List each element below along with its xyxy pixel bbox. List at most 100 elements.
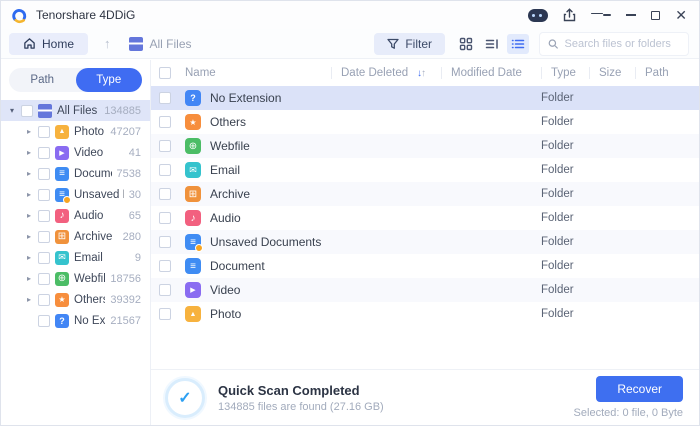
expander-icon[interactable] <box>25 295 33 304</box>
row-checkbox[interactable] <box>159 164 171 176</box>
recover-button[interactable]: Recover <box>596 376 683 402</box>
filter-button[interactable]: Filter <box>374 32 445 55</box>
expander-icon[interactable] <box>25 211 33 220</box>
file-type-icon <box>55 145 69 160</box>
expander-icon[interactable] <box>25 190 33 199</box>
row-checkbox[interactable] <box>159 212 171 224</box>
tree-item-count: 30 <box>128 188 141 201</box>
minimize-button[interactable] <box>626 14 637 16</box>
assistant-icon[interactable] <box>528 8 549 22</box>
table-row[interactable]: Archive Folder <box>151 182 699 206</box>
expander-icon[interactable] <box>8 106 16 115</box>
sidebar-tree-item[interactable]: Audio 65 <box>1 205 150 226</box>
expander-icon[interactable] <box>25 148 33 157</box>
tree-item-count: 65 <box>128 209 141 222</box>
sidebar-tree-item[interactable]: Video 41 <box>1 142 150 163</box>
app-logo-icon <box>12 8 27 23</box>
tree-item-label: Archive <box>74 230 113 243</box>
checkbox[interactable] <box>38 188 50 201</box>
column-header-path[interactable]: Path <box>635 67 699 79</box>
column-header-type[interactable]: Type <box>541 67 589 79</box>
sidebar-tree-item[interactable]: Email 9 <box>1 247 150 268</box>
close-button[interactable]: ✕ <box>675 8 687 22</box>
checkbox[interactable] <box>38 230 50 243</box>
expander-icon[interactable] <box>25 253 33 262</box>
checkbox[interactable] <box>38 272 50 285</box>
sidebar-tree-item[interactable]: Webfile 18756 <box>1 268 150 289</box>
search-box[interactable] <box>539 31 689 56</box>
row-checkbox[interactable] <box>159 260 171 272</box>
scan-status-subtitle: 134885 files are found (27.16 GB) <box>218 400 384 413</box>
detail-view-icon[interactable] <box>481 34 503 54</box>
column-header-date-deleted[interactable]: Date Deleted <box>331 67 417 79</box>
file-type-icon <box>185 138 201 154</box>
row-checkbox[interactable] <box>159 236 171 248</box>
checkbox[interactable] <box>38 293 50 306</box>
expander-icon[interactable] <box>25 232 33 241</box>
sort-icons[interactable]: ↓↑ <box>417 68 441 79</box>
selected-info: Selected: 0 file, 0 Byte <box>573 407 683 419</box>
sidebar-tree-item[interactable]: Others 39392 <box>1 289 150 310</box>
checkbox[interactable] <box>38 125 50 138</box>
tab-path[interactable]: Path <box>9 68 76 92</box>
table-row[interactable]: Document Folder <box>151 254 699 278</box>
checkbox[interactable] <box>38 146 50 159</box>
tree-item-label: Email <box>74 251 103 264</box>
checkbox[interactable] <box>38 209 50 222</box>
file-type-icon <box>55 124 69 139</box>
tree-item-count: 21567 <box>110 314 141 327</box>
share-icon[interactable] <box>563 8 576 22</box>
sidebar-tree-item[interactable]: Archive 280 <box>1 226 150 247</box>
sidebar-tree-item[interactable]: Photo 47207 <box>1 121 150 142</box>
navigate-up-icon[interactable]: ↑ <box>104 36 111 51</box>
checkbox[interactable] <box>21 104 33 117</box>
app-title: Tenorshare 4DDiG <box>36 8 136 22</box>
expander-icon[interactable] <box>25 274 33 283</box>
view-mode-group <box>455 33 529 54</box>
sidebar-tree-item[interactable]: Unsaved Docum... 30 <box>1 184 150 205</box>
tree-item-count: 47207 <box>110 125 141 138</box>
file-type-icon <box>55 229 69 244</box>
column-header-size[interactable]: Size <box>589 67 635 79</box>
row-checkbox[interactable] <box>159 188 171 200</box>
select-all-checkbox[interactable] <box>159 67 171 79</box>
row-checkbox[interactable] <box>159 92 171 104</box>
main-panel: Name Date Deleted ↓↑ Modified Date Type … <box>151 60 699 425</box>
tab-type[interactable]: Type <box>75 68 142 92</box>
row-checkbox[interactable] <box>159 284 171 296</box>
checkbox[interactable] <box>38 251 50 264</box>
table-row[interactable]: No Extension Folder <box>151 86 699 110</box>
file-type-icon <box>55 292 69 307</box>
file-type-tree: All Files 134885 Photo 47207 Video 41 <box>1 100 150 331</box>
tree-item-label: Webfile <box>74 272 105 285</box>
list-view-icon[interactable] <box>507 33 529 54</box>
expander-icon[interactable] <box>25 169 33 178</box>
table-row[interactable]: Webfile Folder <box>151 134 699 158</box>
table-row[interactable]: Audio Folder <box>151 206 699 230</box>
column-header-modified-date[interactable]: Modified Date <box>441 67 541 79</box>
grid-view-icon[interactable] <box>455 34 477 54</box>
file-type-icon <box>55 271 69 286</box>
checkbox[interactable] <box>38 167 50 180</box>
table-row[interactable]: Video Folder <box>151 278 699 302</box>
sidebar-tree-item[interactable]: Document 7538 <box>1 163 150 184</box>
menu-icon[interactable] <box>591 12 612 18</box>
search-input[interactable] <box>564 37 680 50</box>
row-name: Webfile <box>210 139 250 153</box>
home-button[interactable]: Home <box>9 32 89 55</box>
row-checkbox[interactable] <box>159 308 171 320</box>
maximize-button[interactable] <box>651 10 661 20</box>
table-row[interactable]: Others Folder <box>151 110 699 134</box>
row-type: Folder <box>541 308 574 320</box>
column-header-name[interactable]: Name <box>185 67 331 79</box>
breadcrumb[interactable]: All Files <box>128 36 192 51</box>
row-checkbox[interactable] <box>159 140 171 152</box>
table-row[interactable]: Photo Folder <box>151 302 699 326</box>
expander-icon[interactable] <box>25 127 33 136</box>
checkbox[interactable] <box>38 314 50 327</box>
table-row[interactable]: Email Folder <box>151 158 699 182</box>
sidebar-tree-item[interactable]: No Extension 21567 <box>1 310 150 331</box>
table-row[interactable]: Unsaved Documents Folder <box>151 230 699 254</box>
sidebar-tree-item[interactable]: All Files 134885 <box>1 100 150 121</box>
row-checkbox[interactable] <box>159 116 171 128</box>
